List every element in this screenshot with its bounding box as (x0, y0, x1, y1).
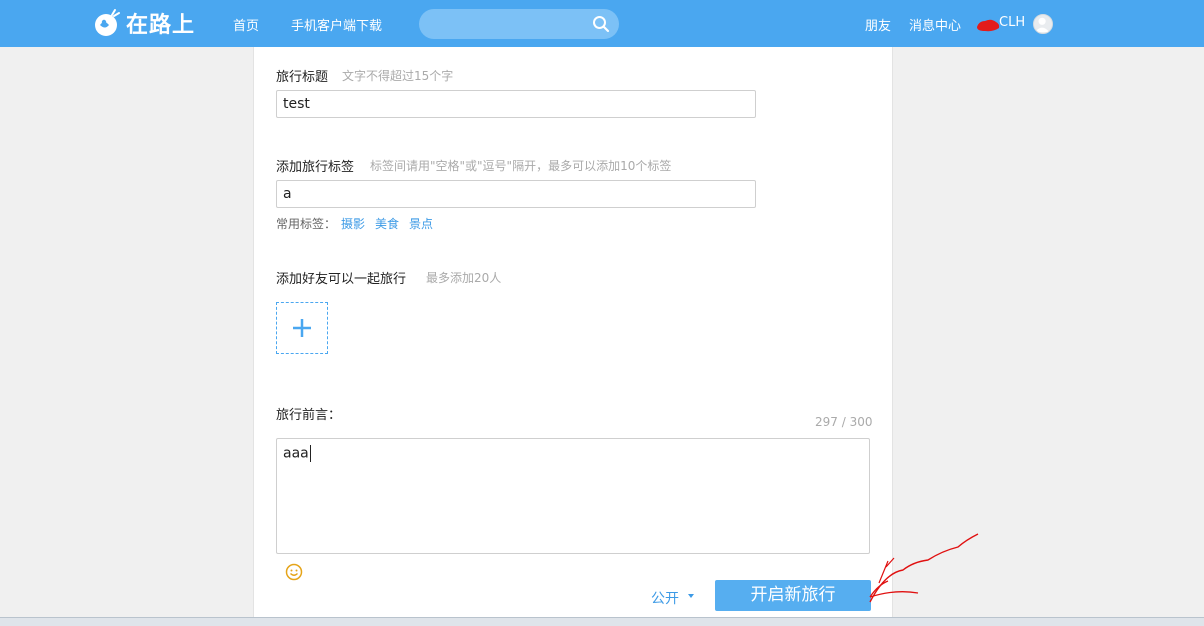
search-icon[interactable] (592, 15, 610, 33)
trip-tags-hint: 标签间请用"空格"或"逗号"隔开，最多可以添加10个标签 (370, 159, 672, 173)
search-input[interactable] (419, 9, 619, 39)
trip-title-input[interactable]: test (276, 90, 756, 118)
emoji-icon[interactable] (285, 563, 303, 581)
privacy-select[interactable]: 公开 (651, 588, 679, 608)
trip-tags-input[interactable]: a (276, 180, 756, 208)
common-tags-label: 常用标签： (276, 217, 337, 231)
user-name-link[interactable]: CLH (999, 15, 1025, 30)
common-tag-scenery[interactable]: 景点 (409, 215, 433, 232)
nav-mobile-download-link[interactable]: 手机客户端下载 (291, 15, 382, 34)
chevron-down-icon[interactable] (688, 594, 694, 598)
site-logo[interactable]: 在路上 (92, 6, 195, 40)
preface-char-counter: 297 / 300 (815, 415, 873, 429)
top-navigation-bar: 在路上 首页 手机客户端下载 朋友 消息中心 CLH (0, 0, 1204, 47)
text-caret (309, 445, 311, 462)
add-friends-label: 添加好友可以一起旅行 (276, 272, 407, 287)
nav-home-link[interactable]: 首页 (233, 15, 259, 34)
common-tag-photography[interactable]: 摄影 (341, 215, 365, 232)
avatar[interactable] (1033, 14, 1053, 34)
logo-mark-icon (95, 9, 120, 36)
common-tag-food[interactable]: 美食 (375, 215, 399, 232)
avatar-icon (1034, 17, 1050, 33)
trip-preface-label: 旅行前言： (276, 408, 342, 423)
trip-title-label: 旅行标题 (276, 70, 329, 85)
trip-preface-textarea[interactable]: aaa (276, 438, 870, 554)
trip-tags-label: 添加旅行标签 (276, 160, 355, 175)
friends-link[interactable]: 朋友 (865, 15, 891, 34)
add-friends-hint: 最多添加20人 (426, 271, 502, 285)
redacted-mark (977, 19, 1000, 32)
logo-text: 在路上 (126, 13, 196, 38)
plus-icon (293, 319, 311, 337)
red-arrow-annotation (869, 533, 979, 603)
add-friend-button[interactable] (276, 302, 328, 354)
preface-text: aaa (283, 445, 309, 462)
trip-title-hint: 文字不得超过15个字 (342, 69, 454, 83)
new-trip-form-panel: 旅行标题 文字不得超过15个字 test 添加旅行标签 标签间请用"空格"或"逗… (253, 47, 893, 625)
message-center-link[interactable]: 消息中心 (909, 15, 961, 34)
start-new-trip-button[interactable]: 开启新旅行 (715, 580, 871, 611)
